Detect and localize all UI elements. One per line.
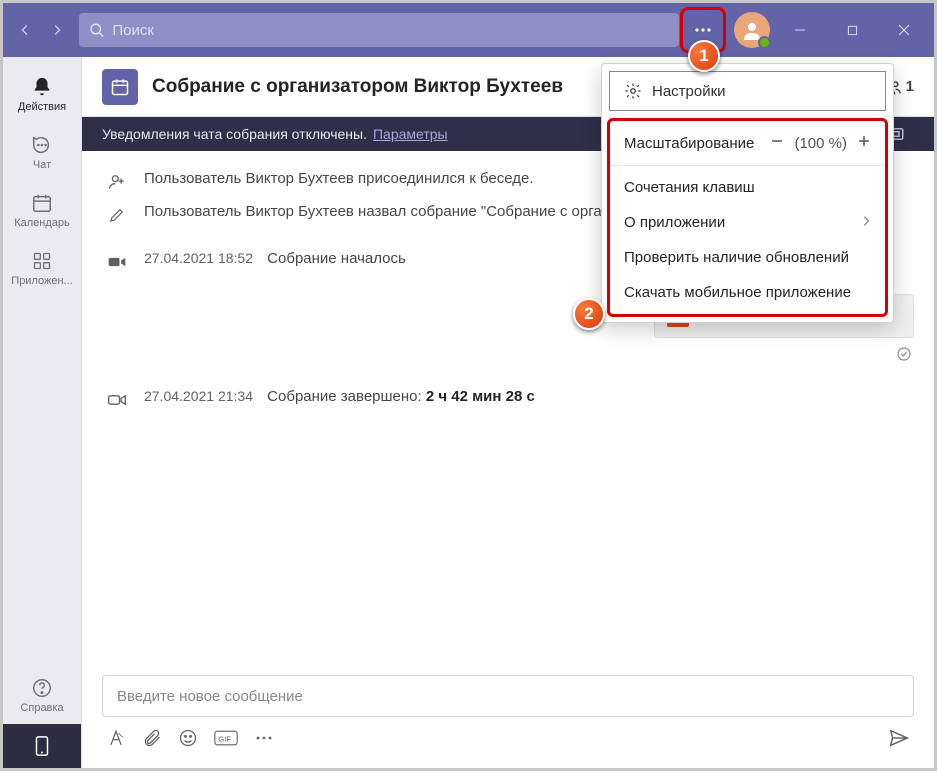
app-window: 1 2 bbox=[0, 0, 937, 771]
attach-button[interactable] bbox=[142, 728, 162, 753]
nav-forward-button[interactable] bbox=[43, 16, 71, 44]
event-duration: 2 ч 42 мин 28 с bbox=[426, 388, 535, 405]
notification-text: Уведомления чата собрания отключены. bbox=[102, 126, 367, 142]
rail-help[interactable]: Справка bbox=[3, 666, 81, 724]
format-button[interactable] bbox=[106, 728, 126, 753]
menu-zoom: Масштабирование (100 %) bbox=[610, 125, 885, 161]
event-body: 27.04.2021 21:34 Собрание завершено: 2 ч… bbox=[144, 388, 535, 405]
chevron-right-icon bbox=[861, 214, 871, 231]
rail-label: Календарь bbox=[14, 217, 70, 229]
compose-toolbar: GIF bbox=[102, 717, 914, 754]
compose-placeholder: Введите новое сообщение bbox=[117, 688, 303, 705]
pencil-icon bbox=[106, 204, 128, 226]
menu-body-highlight: Масштабирование (100 %) Сочетания клавиш… bbox=[607, 118, 888, 317]
compose-input[interactable]: Введите новое сообщение bbox=[102, 675, 914, 717]
event-label: Собрание началось bbox=[267, 250, 406, 267]
event-timestamp: 27.04.2021 21:34 bbox=[144, 388, 253, 404]
rail-mobile-button[interactable] bbox=[3, 724, 81, 768]
search-box[interactable] bbox=[79, 13, 679, 47]
gif-button[interactable]: GIF bbox=[214, 729, 238, 752]
gear-icon bbox=[624, 82, 642, 100]
seen-icon bbox=[896, 346, 912, 362]
rail-label: Приложен... bbox=[11, 275, 72, 287]
emoji-button[interactable] bbox=[178, 728, 198, 753]
rail-label: Справка bbox=[20, 702, 63, 714]
chat-icon bbox=[31, 133, 53, 157]
close-button[interactable] bbox=[882, 8, 926, 52]
minimize-button[interactable] bbox=[778, 8, 822, 52]
callout-badge-2: 2 bbox=[573, 298, 605, 330]
svg-text:GIF: GIF bbox=[218, 734, 231, 743]
person-add-icon bbox=[106, 171, 128, 193]
apps-icon bbox=[32, 249, 52, 273]
video-icon bbox=[106, 251, 128, 273]
zoom-value: (100 %) bbox=[794, 135, 847, 152]
rail-calendar[interactable]: Календарь bbox=[3, 181, 81, 239]
rail-label: Действия bbox=[18, 101, 66, 113]
event-label: Собрание завершено: bbox=[267, 388, 422, 405]
message-status bbox=[102, 346, 914, 367]
search-input[interactable] bbox=[112, 22, 669, 39]
rail-apps[interactable]: Приложен... bbox=[3, 239, 81, 297]
menu-label: Настройки bbox=[652, 83, 726, 100]
bell-icon bbox=[31, 75, 53, 99]
settings-dropdown: Настройки Масштабирование (100 %) Сочета… bbox=[601, 63, 894, 323]
menu-label: Скачать мобильное приложение bbox=[624, 284, 851, 301]
menu-check-updates[interactable]: Проверить наличие обновлений bbox=[610, 240, 885, 275]
menu-label: О приложении bbox=[624, 214, 725, 231]
calendar-icon bbox=[31, 191, 53, 215]
zoom-in-button[interactable] bbox=[857, 134, 871, 152]
event-text: Пользователь Виктор Бухтеев присоединилс… bbox=[144, 170, 534, 187]
send-button[interactable] bbox=[888, 727, 910, 754]
participants-count: 1 bbox=[906, 78, 914, 95]
notification-settings-link[interactable]: Параметры bbox=[373, 126, 448, 142]
zoom-out-button[interactable] bbox=[770, 134, 784, 152]
user-avatar[interactable] bbox=[734, 12, 770, 48]
help-icon bbox=[31, 676, 53, 700]
more-compose-button[interactable] bbox=[254, 728, 274, 753]
menu-shortcuts[interactable]: Сочетания клавиш bbox=[610, 170, 885, 205]
menu-about[interactable]: О приложении bbox=[610, 205, 885, 240]
nav-back-button[interactable] bbox=[11, 16, 39, 44]
rail-chat[interactable]: Чат bbox=[3, 123, 81, 181]
ellipsis-icon bbox=[693, 20, 713, 40]
menu-separator bbox=[610, 165, 885, 166]
event-timestamp: 27.04.2021 18:52 bbox=[144, 250, 253, 266]
menu-download-mobile[interactable]: Скачать мобильное приложение bbox=[610, 275, 885, 310]
search-icon bbox=[89, 22, 104, 38]
meeting-icon bbox=[102, 69, 138, 105]
maximize-button[interactable] bbox=[830, 8, 874, 52]
compose-area: Введите новое сообщение GIF bbox=[82, 665, 934, 768]
presence-indicator bbox=[758, 36, 771, 49]
left-rail: Действия Чат Календарь Приложен... Спра bbox=[3, 57, 81, 768]
system-event-ended: 27.04.2021 21:34 Собрание завершено: 2 ч… bbox=[102, 383, 914, 416]
rail-label: Чат bbox=[33, 159, 51, 171]
video-end-icon bbox=[106, 389, 128, 411]
rail-activity[interactable]: Действия bbox=[3, 65, 81, 123]
callout-badge-1: 1 bbox=[688, 40, 720, 72]
mobile-icon bbox=[34, 735, 50, 757]
zoom-label: Масштабирование bbox=[624, 135, 760, 152]
menu-label: Сочетания клавиш bbox=[624, 179, 755, 196]
menu-settings[interactable]: Настройки bbox=[609, 71, 886, 111]
event-body: 27.04.2021 18:52 Собрание началось bbox=[144, 250, 406, 267]
titlebar bbox=[3, 3, 934, 57]
menu-label: Проверить наличие обновлений bbox=[624, 249, 849, 266]
